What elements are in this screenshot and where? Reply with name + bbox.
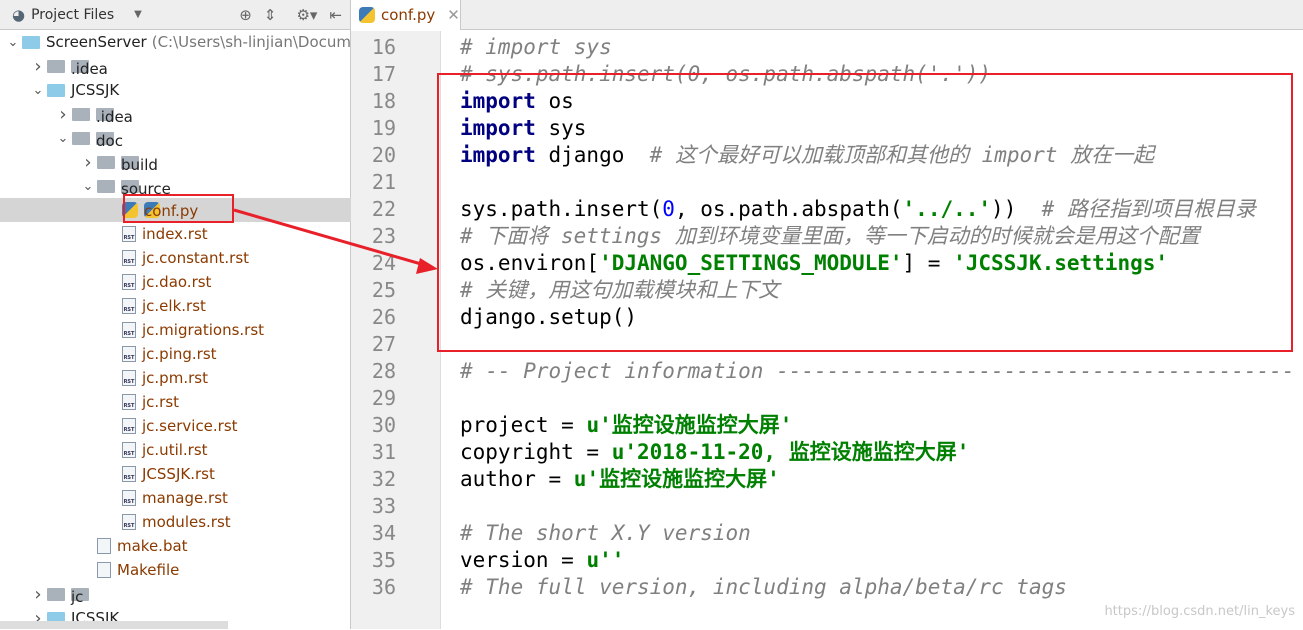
- annotation-arrow: [233, 208, 438, 274]
- watermark: https://blog.csdn.net/lin_keys: [1104, 604, 1295, 619]
